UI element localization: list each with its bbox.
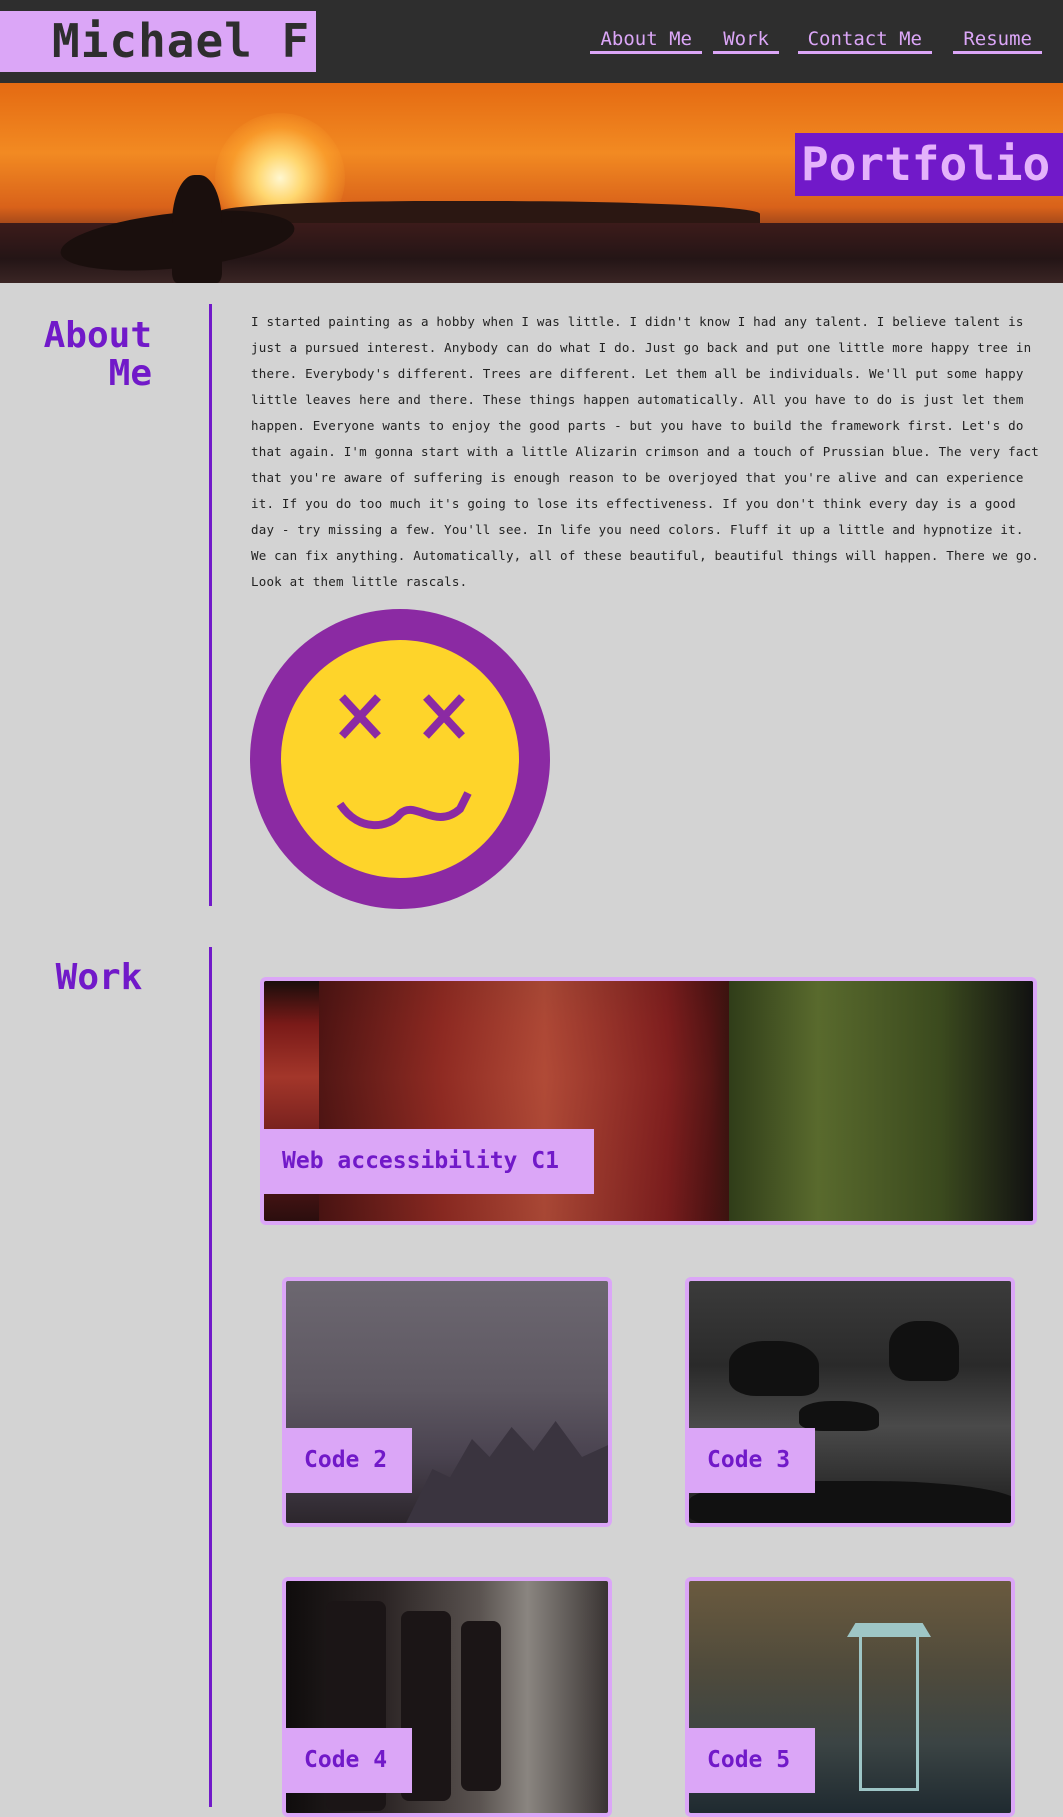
- hero-surfer: [172, 175, 222, 283]
- work-card-4[interactable]: Code 4: [282, 1577, 612, 1817]
- work-card-5-label: Code 5: [689, 1728, 815, 1793]
- about-heading: About Me: [40, 317, 152, 393]
- work-card-2[interactable]: Code 2: [282, 1277, 612, 1527]
- about-paragraph: I started painting as a hobby when I was…: [251, 314, 1040, 589]
- about-divider: [209, 304, 212, 906]
- work-divider: [209, 947, 212, 1807]
- portfolio-heading: Portfolio: [795, 133, 1063, 196]
- nav-contact-me[interactable]: Contact Me: [797, 28, 932, 54]
- work-card-1-label: Web accessibility C1: [264, 1129, 594, 1194]
- about-heading-line2: Me: [108, 353, 152, 394]
- dizzy-face-icon: [250, 609, 550, 909]
- work-card-1[interactable]: Web accessibility C1: [260, 977, 1037, 1225]
- about-heading-line1: About: [43, 315, 152, 356]
- work-card-4-label: Code 4: [286, 1728, 412, 1793]
- work-card-5[interactable]: Code 5: [685, 1577, 1015, 1817]
- top-nav-bar: Michael F About Me Work Contact Me Resum…: [0, 0, 1063, 83]
- work-heading: Work: [55, 957, 143, 998]
- site-logo[interactable]: Michael F: [0, 11, 316, 72]
- nav-about-me[interactable]: About Me: [590, 28, 702, 54]
- nav-resume[interactable]: Resume: [953, 28, 1042, 54]
- work-card-2-label: Code 2: [286, 1428, 412, 1493]
- work-card-3[interactable]: Code 3: [685, 1277, 1015, 1527]
- work-card-3-label: Code 3: [689, 1428, 815, 1493]
- nav-work[interactable]: Work: [713, 28, 779, 54]
